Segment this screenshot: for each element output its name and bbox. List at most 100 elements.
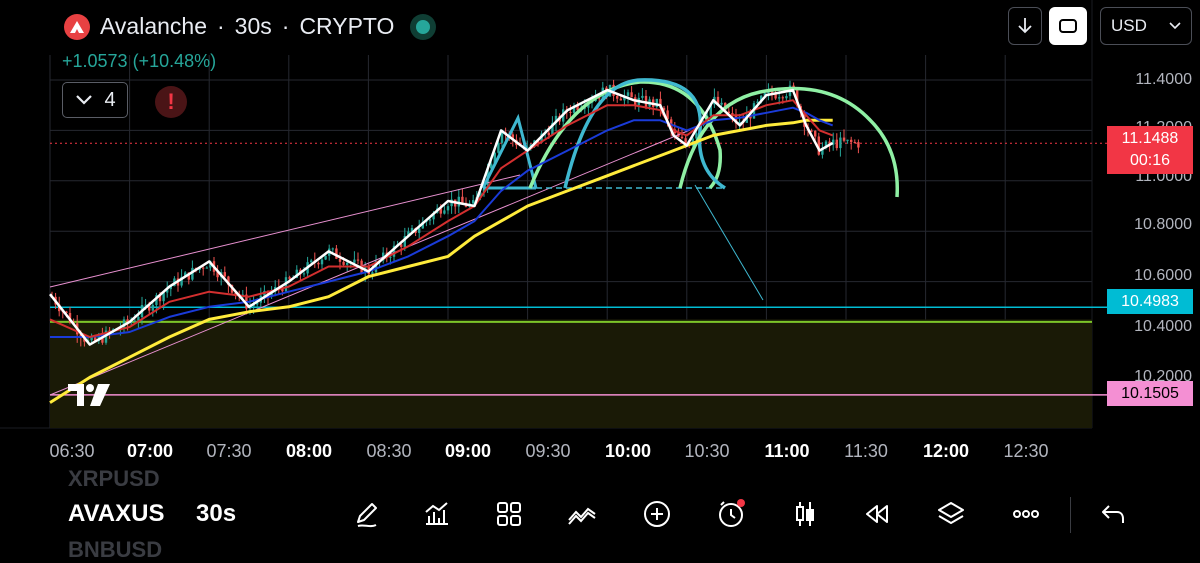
market-status-icon[interactable] <box>410 13 437 40</box>
add-icon <box>644 501 670 527</box>
replay-icon <box>866 505 888 523</box>
candle-body <box>342 261 345 265</box>
time-axis-label: 09:00 <box>444 441 492 461</box>
price-axis-label: 10.8000 <box>1134 216 1192 233</box>
candle-body <box>720 102 723 105</box>
layers-icon <box>938 502 964 524</box>
candle-body <box>497 142 500 153</box>
candle-body <box>317 262 320 265</box>
candle-body <box>202 267 205 269</box>
level-price-badge: 10.1505 <box>1107 381 1193 406</box>
candle-body <box>331 248 334 250</box>
candle-body <box>778 97 781 99</box>
indicators-button[interactable] <box>416 494 456 534</box>
candle-body <box>842 137 846 141</box>
time-axis-label: 09:30 <box>525 441 571 461</box>
candle-body <box>356 259 360 261</box>
add-button[interactable] <box>637 494 677 534</box>
chevron-down-icon <box>1169 22 1181 30</box>
fullscreen-button[interactable] <box>1049 7 1087 45</box>
tradingview-logo-icon <box>68 384 110 406</box>
undo-icon <box>1102 505 1124 523</box>
price-change: +1.0573 (+10.48%) <box>62 51 217 71</box>
candle-body <box>151 304 154 311</box>
title-separator: · <box>217 13 225 39</box>
candle-body <box>569 111 572 113</box>
indicators-toggle-button[interactable]: 4 <box>62 82 128 118</box>
current-price: 11.1488 <box>1121 130 1179 147</box>
candle-body <box>371 272 374 274</box>
symbol-name: Avalanche <box>100 13 207 39</box>
candle-body <box>446 206 450 211</box>
candle-body <box>853 141 856 143</box>
symbol-next[interactable]: BNBUSD <box>68 537 162 563</box>
draw-tool-icon <box>357 503 377 528</box>
symbol-title[interactable]: Avalanche · 30s · CRYPTO <box>64 13 437 40</box>
ma-line <box>49 88 834 346</box>
candle-body <box>346 262 349 265</box>
candle-body <box>619 98 622 101</box>
candle-body <box>418 228 421 233</box>
symbol-selector[interactable]: AVAXUS <box>68 500 164 528</box>
candle-body <box>785 96 788 99</box>
candle-body <box>338 258 342 262</box>
patterns-button[interactable] <box>562 494 602 534</box>
candle-body <box>547 132 550 136</box>
alerts-button[interactable] <box>711 494 751 534</box>
candle-body <box>781 97 784 99</box>
candle-body <box>850 139 853 142</box>
download-button[interactable] <box>1008 7 1042 45</box>
candle-countdown: 00:16 <box>1129 152 1171 169</box>
candle-body <box>324 255 327 260</box>
range-zone <box>50 319 1092 428</box>
candle-body <box>320 259 324 265</box>
candle-body <box>443 210 446 214</box>
candle-body <box>857 142 860 148</box>
candle-body <box>205 267 208 269</box>
warning-icon[interactable]: ! <box>155 86 187 118</box>
candle-body <box>846 139 849 141</box>
current-price-badge: 11.1488 00:16 <box>1107 126 1193 174</box>
candle-body <box>774 94 777 99</box>
candle-body <box>133 320 136 322</box>
candle-type-button[interactable] <box>785 494 825 534</box>
replay-button[interactable] <box>857 494 897 534</box>
time-axis-label: 12:30 <box>1003 441 1049 461</box>
time-axis-label: 10:00 <box>604 441 652 461</box>
candle-body <box>835 139 838 149</box>
level-price-badge: 10.4983 <box>1107 289 1193 314</box>
layers-button[interactable] <box>931 494 971 534</box>
time-axis-label: 11:30 <box>844 441 888 461</box>
time-axis-label: 07:00 <box>126 441 174 461</box>
layouts-button[interactable] <box>489 494 529 534</box>
draw-tool-button[interactable] <box>346 494 386 534</box>
time-axis-label: 11:00 <box>764 441 810 461</box>
candle-body <box>461 196 464 203</box>
indicators-icon <box>425 502 448 525</box>
layouts-grid-icon <box>497 502 521 526</box>
timeframe-selector[interactable]: 30s <box>196 500 236 528</box>
symbol-prev[interactable]: XRPUSD <box>68 466 160 492</box>
candle-body <box>680 136 684 139</box>
fullscreen-icon <box>1059 19 1077 33</box>
alert-clock-icon <box>719 499 745 527</box>
more-icon <box>1013 510 1039 518</box>
avalanche-logo-icon <box>64 13 90 40</box>
candle-body <box>814 130 817 137</box>
undo-button[interactable] <box>1093 494 1133 534</box>
candle-body <box>630 92 633 98</box>
currency-select[interactable]: USD <box>1100 7 1192 45</box>
candle-body <box>223 272 226 277</box>
candle-body <box>302 273 306 275</box>
arrow-down-icon <box>1018 18 1032 34</box>
candle-type-icon <box>796 502 814 526</box>
title-separator: · <box>281 13 290 39</box>
candle-body <box>310 260 313 263</box>
candle-body <box>428 219 432 221</box>
more-button[interactable] <box>1006 494 1046 534</box>
exchange-label: CRYPTO <box>299 13 395 39</box>
candle-body <box>389 256 392 258</box>
time-axis-label: 08:30 <box>366 441 412 461</box>
time-axis-label: 10:30 <box>684 441 730 461</box>
currency-value: USD <box>1111 16 1147 35</box>
